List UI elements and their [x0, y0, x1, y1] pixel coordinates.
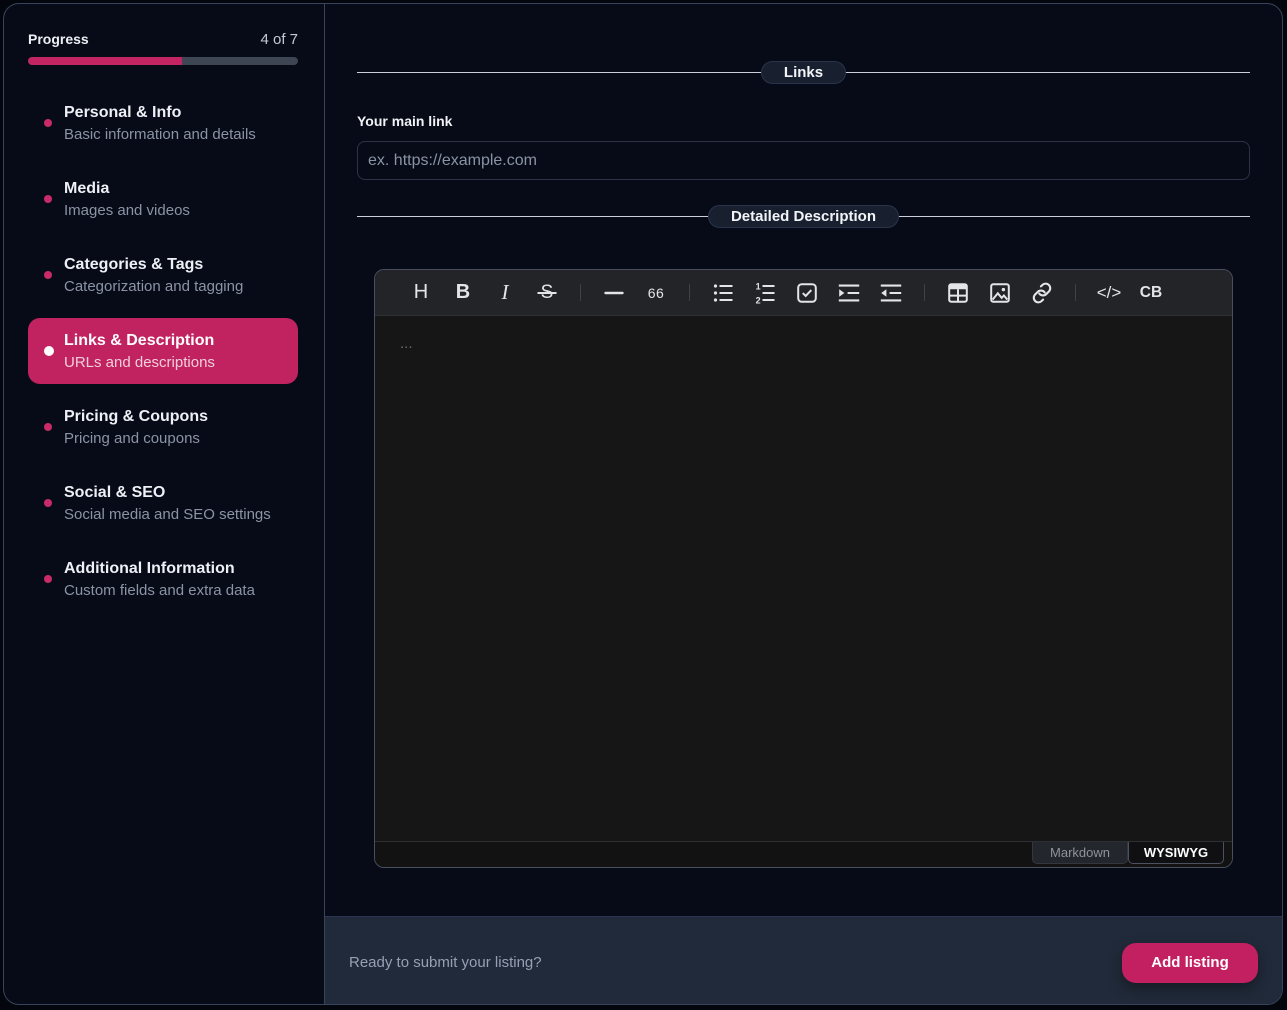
svg-text:2: 2 — [756, 295, 761, 305]
svg-text:1: 1 — [756, 281, 761, 291]
